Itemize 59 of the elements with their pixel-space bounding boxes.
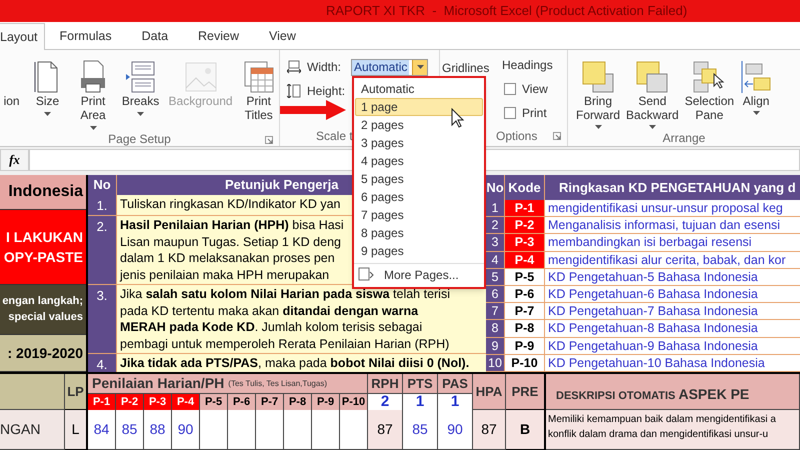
instruction-text: Jika tidak ada PTS/PAS, maka pada bobot Nilai diisi 0 (Nol). (117, 354, 486, 372)
student-name: NGAN (0, 410, 65, 450)
row-number: 8 (486, 320, 505, 336)
description-text: Memiliki kemampuan baik dalam mengidentifikasi a konflik dalam drama dan mengidentifikasi unsur-u (546, 410, 800, 450)
row-number: 2 (486, 217, 505, 234)
column-header: Penilaian Harian/PH (92, 374, 224, 393)
score-cell: 85 (403, 410, 438, 450)
code-cell: P-4 (505, 252, 545, 268)
column-label: Headings (502, 57, 553, 74)
column-header: DESKRIPSI OTOMATIS ASPEK PE (546, 374, 800, 410)
row-number: 5 (486, 268, 505, 285)
code-cell: P-3 (505, 234, 545, 251)
table-cell: 87 (368, 410, 403, 450)
row-number: 9 (486, 338, 505, 354)
score-cell: 88 (144, 410, 172, 450)
column-header: Ringkasan KD PENGETAHUAN yang d (545, 175, 800, 200)
group-label: Arrange (662, 130, 706, 147)
row-number: 10 (486, 354, 505, 371)
column-header: Kode (505, 175, 545, 200)
row-number: 3. (88, 285, 117, 353)
row-number: 4. (88, 354, 117, 372)
code-cell: P-1 (505, 200, 545, 216)
table-cell: 87 (473, 410, 506, 450)
score-cell: 84 (88, 410, 116, 450)
column-header: PRE (506, 374, 546, 410)
note-cell: : 2019-2020 (0, 335, 86, 372)
row-number: 3 (486, 234, 505, 251)
row-number: 6 (486, 286, 505, 302)
note-cell: Indonesia (0, 175, 86, 210)
group-label: Options (495, 128, 538, 145)
width-label: Width: (307, 59, 342, 76)
row-number: 2. (88, 216, 117, 284)
column-header: PAS (438, 374, 473, 394)
row-number: 1 (486, 200, 505, 216)
table-cell: L (65, 410, 88, 450)
column-header: PTS (403, 374, 438, 394)
height-label: Height: (307, 83, 346, 100)
column-note: (Tes Tulis, Tes Lisan,Tugas) (228, 378, 327, 390)
score-cell: 90 (172, 410, 200, 450)
row-number: 1. (88, 194, 117, 215)
column-header: RPH (368, 374, 403, 394)
checkbox-label: Print (522, 105, 547, 122)
table-cell: B (506, 410, 546, 450)
column-label: Gridlines (442, 61, 490, 75)
window-title: RAPORT XI TKR - Microsoft Excel (Product Activation Failed) (326, 2, 688, 20)
instruction-text: Jika salah satu kolom Nilai Harian pada siswa telah terisi pada KD tertentu maka akan ditandai dengan warna MERAH pada Kode KD. Jumlah kolom terisis sebagai pembagi untuk memperoleh Rerata Penilaian Harian (RPH) (117, 285, 486, 353)
column-header: LP (65, 374, 88, 410)
checkbox-label: View (522, 81, 548, 98)
row-number: 7 (486, 303, 505, 320)
note-cell: I LAKUKAN OPY-PASTE (0, 210, 86, 285)
score-cell: 90 (438, 410, 473, 450)
column-header: No (486, 175, 505, 200)
score-cell: 85 (116, 410, 144, 450)
row-number: 4 (486, 252, 505, 268)
column-header: No (88, 175, 117, 194)
column-header: HPA (473, 374, 506, 410)
group-label: Page Setup (108, 131, 171, 148)
note-cell: engan langkah; special values (0, 285, 86, 335)
code-cell: P-2 (505, 217, 545, 234)
